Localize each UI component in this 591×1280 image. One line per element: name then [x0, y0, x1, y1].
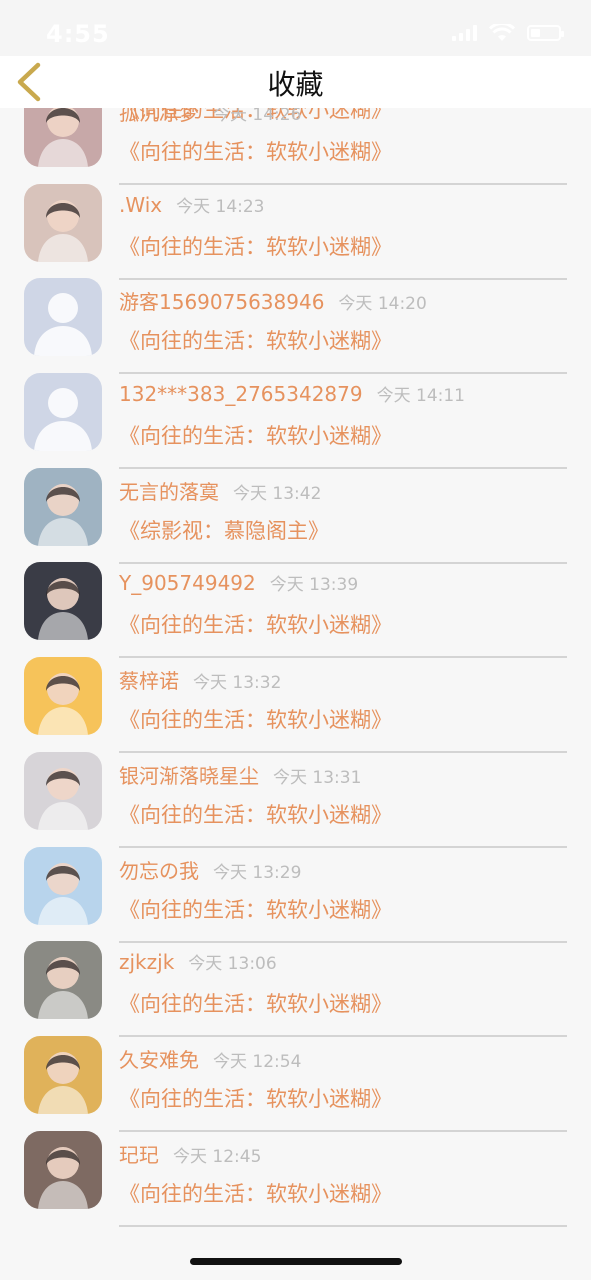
page-title: 收藏 — [267, 68, 324, 101]
user-name[interactable]: 久安难免 今天 12:54 — [119, 1044, 301, 1073]
timestamp: 今天 13:42 — [233, 483, 322, 504]
timestamp: 今天 14:26 — [213, 105, 302, 125]
list-item[interactable]: 蔡梓诺 今天 13:32 《向往的生活：软软小迷糊》 — [0, 640, 591, 754]
work-title[interactable]: 《向往的生活：软软小迷糊》 — [119, 231, 392, 261]
default-avatar[interactable] — [24, 373, 102, 452]
user-name-text: 游客1569075638946 — [119, 290, 325, 315]
timestamp: 今天 13:06 — [188, 954, 277, 975]
battery-icon — [527, 25, 564, 41]
user-silhouette-icon — [34, 293, 92, 357]
user-name-text: 久安难免 — [119, 1047, 199, 1072]
user-name[interactable]: 银河渐落晓星尘 今天 13:31 — [119, 760, 361, 789]
timestamp: 今天 13:31 — [273, 767, 362, 788]
user-name-text: 无言的落寞 — [119, 479, 219, 504]
wifi-icon — [489, 24, 515, 41]
default-avatar[interactable] — [24, 278, 102, 357]
photo-icon — [38, 957, 88, 1020]
work-title[interactable]: 《向往的生活：软软小迷糊》 — [119, 609, 392, 639]
user-name-text: 玘玘 — [119, 1142, 159, 1167]
cellular-signal-icon — [452, 25, 477, 41]
photo-icon — [38, 483, 88, 546]
user-name[interactable]: 无言的落寞 今天 13:42 — [119, 476, 321, 505]
list-item[interactable]: 132***383_2765342879 今天 14:11 《向往的生活：软软小迷糊… — [0, 356, 591, 470]
photo-icon — [38, 199, 88, 262]
timestamp: 今天 12:45 — [173, 1146, 262, 1167]
user-silhouette-icon — [34, 388, 92, 452]
timestamp: 今天 14:11 — [376, 386, 465, 407]
user-name-text: zjkzjk — [119, 950, 175, 975]
user-name[interactable]: 游客1569075638946 今天 14:20 — [119, 286, 427, 315]
timestamp: 今天 13:29 — [213, 862, 302, 883]
user-name[interactable]: 132***383_2765342879 今天 14:11 — [119, 381, 465, 406]
user-name[interactable]: 勿忘の我 今天 13:29 — [119, 855, 301, 884]
avatar[interactable] — [24, 562, 102, 641]
home-indicator — [190, 1258, 402, 1265]
avatar[interactable] — [24, 941, 102, 1020]
favorites-list: 《向往的生活：软软小迷糊》 孤沉凉梦 今天 14:26 《向往的生活：软软小迷糊》.… — [0, 60, 591, 1227]
work-title[interactable]: 《向往的生活：软软小迷糊》 — [119, 1178, 392, 1208]
list-item[interactable]: Y_905749492 今天 13:39 《向往的生活：软软小迷糊》 — [0, 545, 591, 659]
photo-icon — [38, 862, 88, 925]
user-name[interactable]: 玘玘 今天 12:45 — [119, 1139, 261, 1168]
status-time: 4:55 — [46, 20, 110, 48]
divider — [119, 1224, 567, 1227]
work-title[interactable]: 《向往的生活：软软小迷糊》 — [119, 420, 392, 450]
list-item[interactable]: 勿忘の我 今天 13:29 《向往的生活：软软小迷糊》 — [0, 830, 591, 943]
avatar[interactable] — [24, 1035, 102, 1114]
user-name-text: Y_905749492 — [119, 571, 256, 596]
avatar[interactable] — [24, 751, 102, 830]
avatar[interactable] — [24, 1130, 102, 1209]
timestamp: 今天 14:20 — [338, 294, 427, 315]
list-item[interactable]: 游客1569075638946 今天 14:20 《向往的生活：软软小迷糊》 — [0, 261, 591, 375]
user-name-text: .Wix — [119, 192, 163, 217]
avatar[interactable] — [24, 657, 102, 736]
work-title[interactable]: 《向往的生活：软软小迷糊》 — [119, 988, 392, 1018]
user-name-text: 蔡梓诺 — [119, 669, 179, 694]
work-title[interactable]: 《向往的生活：软软小迷糊》 — [119, 799, 392, 829]
photo-icon — [38, 1146, 88, 1209]
work-title[interactable]: 《向往的生活：软软小迷糊》 — [119, 136, 392, 166]
user-name-text: 勿忘の我 — [119, 858, 199, 883]
avatar[interactable] — [24, 183, 102, 262]
work-title[interactable]: 《向往的生活：软软小迷糊》 — [119, 894, 392, 924]
avatar[interactable] — [24, 846, 102, 925]
user-name[interactable]: .Wix 今天 14:23 — [119, 192, 265, 217]
status-bar: 4:55 — [0, 0, 591, 56]
list-item[interactable]: 银河渐落晓星尘 今天 13:31 《向往的生活：软软小迷糊》 — [0, 735, 591, 848]
timestamp: 今天 13:32 — [193, 673, 282, 694]
list-item[interactable]: 玘玘 今天 12:45 《向往的生活：软软小迷糊》 — [0, 1114, 591, 1227]
user-name[interactable]: Y_905749492 今天 13:39 — [119, 570, 358, 595]
list-item[interactable]: zjkzjk 今天 13:06 《向往的生活：软软小迷糊》 — [0, 924, 591, 1038]
user-name-text: 132***383_2765342879 — [119, 382, 363, 407]
work-title[interactable]: 《综影视：慕隐阁主》 — [119, 515, 329, 545]
work-title[interactable]: 《向往的生活：软软小迷糊》 — [119, 325, 392, 355]
user-name-text: 银河渐落晓星尘 — [119, 763, 259, 788]
user-name[interactable]: zjkzjk 今天 13:06 — [119, 949, 277, 974]
photo-icon — [38, 767, 88, 830]
work-title[interactable]: 《向往的生活：软软小迷糊》 — [119, 704, 392, 734]
photo-icon — [38, 673, 88, 736]
status-icons — [452, 24, 564, 42]
list-item[interactable]: .Wix 今天 14:23 《向往的生活：软软小迷糊》 — [0, 167, 591, 280]
list-item[interactable]: 久安难免 今天 12:54 《向往的生活：软软小迷糊》 — [0, 1019, 591, 1132]
avatar[interactable] — [24, 467, 102, 546]
timestamp: 今天 14:23 — [176, 196, 265, 217]
timestamp: 今天 12:54 — [213, 1051, 302, 1072]
photo-icon — [38, 578, 88, 641]
list-item[interactable]: 无言的落寞 今天 13:42 《综影视：慕隐阁主》 — [0, 451, 591, 564]
work-title[interactable]: 《向往的生活：软软小迷糊》 — [119, 1083, 392, 1113]
navigation-bar: 收藏 — [0, 56, 591, 108]
user-name[interactable]: 蔡梓诺 今天 13:32 — [119, 665, 281, 694]
timestamp: 今天 13:39 — [269, 575, 359, 596]
photo-icon — [38, 1051, 88, 1114]
